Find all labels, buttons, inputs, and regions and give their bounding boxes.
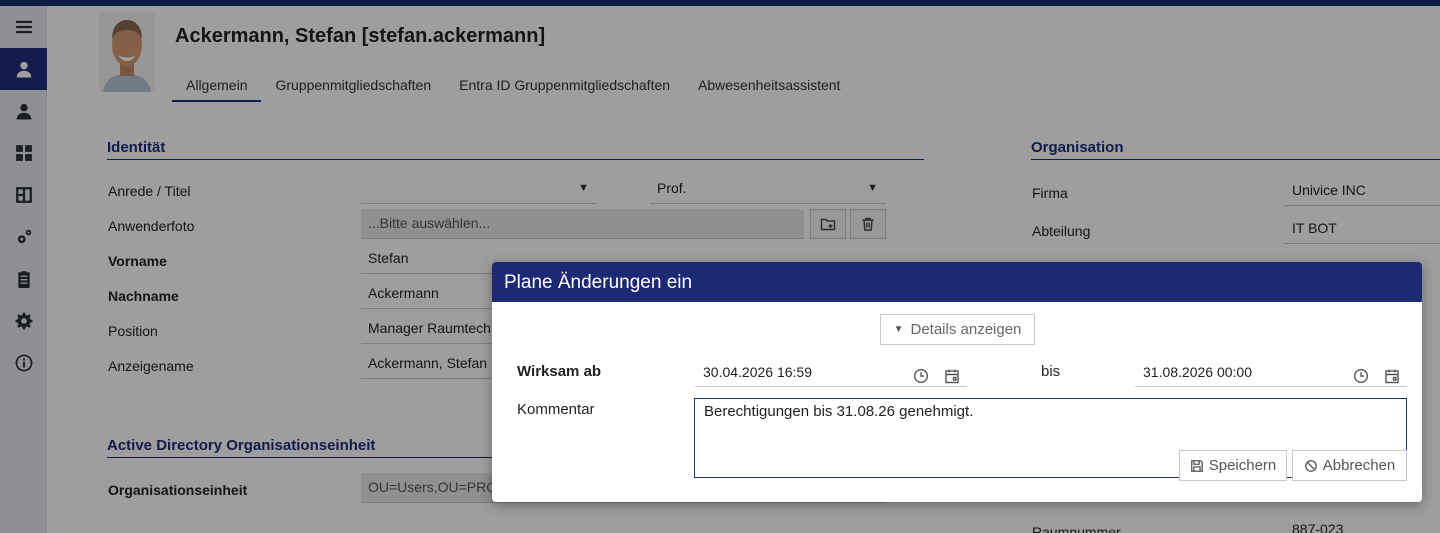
from-datetime-field[interactable]: 30.04.2026 16:59 — [695, 357, 967, 387]
from-datetime-value: 30.04.2026 16:59 — [703, 364, 812, 380]
save-icon — [1190, 459, 1203, 472]
calendar-icon[interactable] — [1384, 364, 1400, 384]
clock-icon[interactable] — [1353, 364, 1369, 384]
to-datetime-value: 31.08.2026 00:00 — [1143, 364, 1252, 380]
ban-icon — [1304, 459, 1317, 472]
wirksam-ab-label: Wirksam ab — [517, 363, 602, 380]
caret-down-icon: ▼ — [893, 324, 904, 335]
save-label: Speichern — [1208, 457, 1277, 474]
cancel-button[interactable]: Abbrechen — [1292, 450, 1407, 481]
details-toggle-button[interactable]: ▼ Details anzeigen — [880, 314, 1035, 345]
schedule-changes-dialog: Plane Änderungen ein ▼ Details anzeigen … — [492, 262, 1422, 502]
to-datetime-field[interactable]: 31.08.2026 00:00 — [1135, 357, 1407, 387]
save-button[interactable]: Speichern — [1179, 450, 1287, 481]
details-label: Details anzeigen — [910, 321, 1022, 338]
cancel-label: Abbrechen — [1322, 457, 1396, 474]
clock-icon[interactable] — [913, 364, 929, 384]
bis-label: bis — [1041, 363, 1061, 380]
dialog-title: Plane Änderungen ein — [492, 262, 1422, 302]
calendar-icon[interactable] — [944, 364, 960, 384]
kommentar-label: Kommentar — [517, 401, 595, 418]
